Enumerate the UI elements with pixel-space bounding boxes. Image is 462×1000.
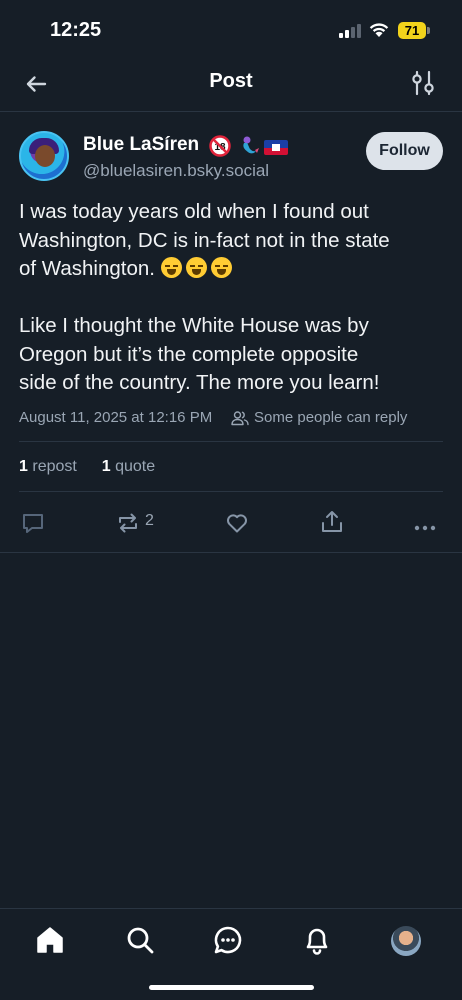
- post-text-segment: of Washington.: [19, 257, 155, 280]
- post-text-line: side of the country. The more you learn!: [19, 371, 380, 394]
- follow-button[interactable]: Follow: [366, 132, 443, 170]
- post-text-line: Like I thought the White House was by: [19, 314, 369, 337]
- mermaid-icon: [243, 136, 259, 154]
- repost-stat-label: repost: [32, 458, 77, 475]
- search-icon[interactable]: [125, 925, 155, 955]
- status-time: 12:25: [50, 19, 102, 41]
- post-text-line: Oregon but it’s the complete opposite: [19, 342, 359, 366]
- author-handle[interactable]: @bluelasiren.bsky.social: [83, 161, 269, 181]
- quote-stat-label: quote: [115, 458, 156, 475]
- quote-stat-count: 1: [101, 458, 111, 475]
- wifi-icon: [369, 23, 389, 37]
- page-title: Post: [209, 70, 253, 92]
- more-options-icon[interactable]: [413, 515, 437, 541]
- no-under-18-icon: 18: [209, 135, 231, 157]
- battery-indicator: 71: [398, 22, 430, 39]
- post-actions: 2: [0, 509, 462, 549]
- post-body: I was today years old when I found out W…: [19, 198, 449, 398]
- profile-avatar[interactable]: [391, 926, 421, 956]
- share-icon[interactable]: [320, 509, 344, 535]
- reply-setting[interactable]: Some people can reply: [254, 409, 407, 426]
- status-bar: 12:25 71: [0, 0, 462, 60]
- post-header: Post: [0, 60, 462, 112]
- divider: [19, 491, 443, 492]
- divider: [19, 441, 443, 442]
- post-stats: 1 repost 1 quote: [19, 458, 155, 476]
- post-timestamp: August 11, 2025 at 12:16 PM: [19, 409, 213, 426]
- avatar-face: [35, 145, 55, 167]
- heart-icon[interactable]: [225, 510, 249, 536]
- quote-stat[interactable]: 1 quote: [102, 458, 155, 475]
- loudly-crying-emoji-icon: [210, 257, 232, 278]
- reply-icon[interactable]: [21, 510, 45, 536]
- haiti-flag-icon: [264, 140, 288, 155]
- chat-icon[interactable]: [213, 925, 243, 955]
- repost-count: 2: [145, 512, 154, 529]
- home-indicator[interactable]: [149, 985, 314, 990]
- divider: [0, 552, 462, 553]
- people-icon: [231, 411, 249, 426]
- author-avatar[interactable]: [19, 131, 69, 181]
- battery-tip: [427, 27, 430, 34]
- post-text-line: I was today years old when I found out: [19, 200, 369, 223]
- repost-icon[interactable]: [115, 510, 141, 536]
- cellular-signal-icon: [339, 24, 361, 38]
- home-icon[interactable]: [35, 925, 65, 955]
- loudly-crying-emoji-icon: [185, 257, 207, 278]
- bell-icon[interactable]: [302, 925, 332, 955]
- repost-stat[interactable]: 1 repost: [19, 458, 77, 475]
- author-name[interactable]: Blue LaSíren: [83, 134, 199, 156]
- repost-stat-count: 1: [19, 458, 28, 475]
- post-text-line: Washington, DC is in-fact not in the sta…: [19, 228, 390, 252]
- sliders-icon[interactable]: [410, 69, 436, 97]
- post-text-line: of Washington.: [19, 255, 449, 284]
- battery-level: 71: [398, 22, 426, 39]
- loudly-crying-emoji-icon: [160, 257, 182, 278]
